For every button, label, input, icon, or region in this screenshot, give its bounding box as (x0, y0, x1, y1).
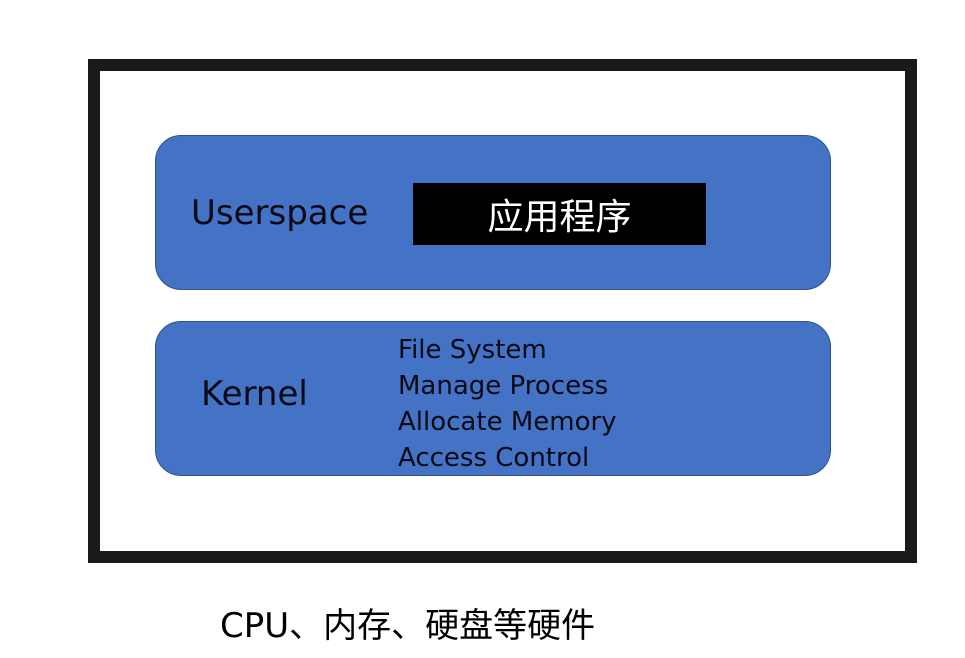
kernel-function-list: File System Manage Process Allocate Memo… (398, 332, 617, 476)
userspace-label: Userspace (191, 193, 369, 233)
kernel-function-allocate-memory: Allocate Memory (398, 407, 617, 437)
userspace-layer: Userspace 应用程序 (155, 135, 831, 290)
kernel-label: Kernel (201, 374, 308, 414)
hardware-label: CPU、内存、硬盘等硬件 (220, 606, 596, 646)
application-label: 应用程序 (487, 197, 632, 238)
kernel-function-file-system: File System (398, 335, 547, 365)
kernel-layer: Kernel File System Manage Process Alloca… (155, 321, 831, 476)
application-box: 应用程序 (413, 183, 706, 245)
kernel-function-manage-process: Manage Process (398, 371, 609, 401)
kernel-function-access-control: Access Control (398, 443, 590, 473)
